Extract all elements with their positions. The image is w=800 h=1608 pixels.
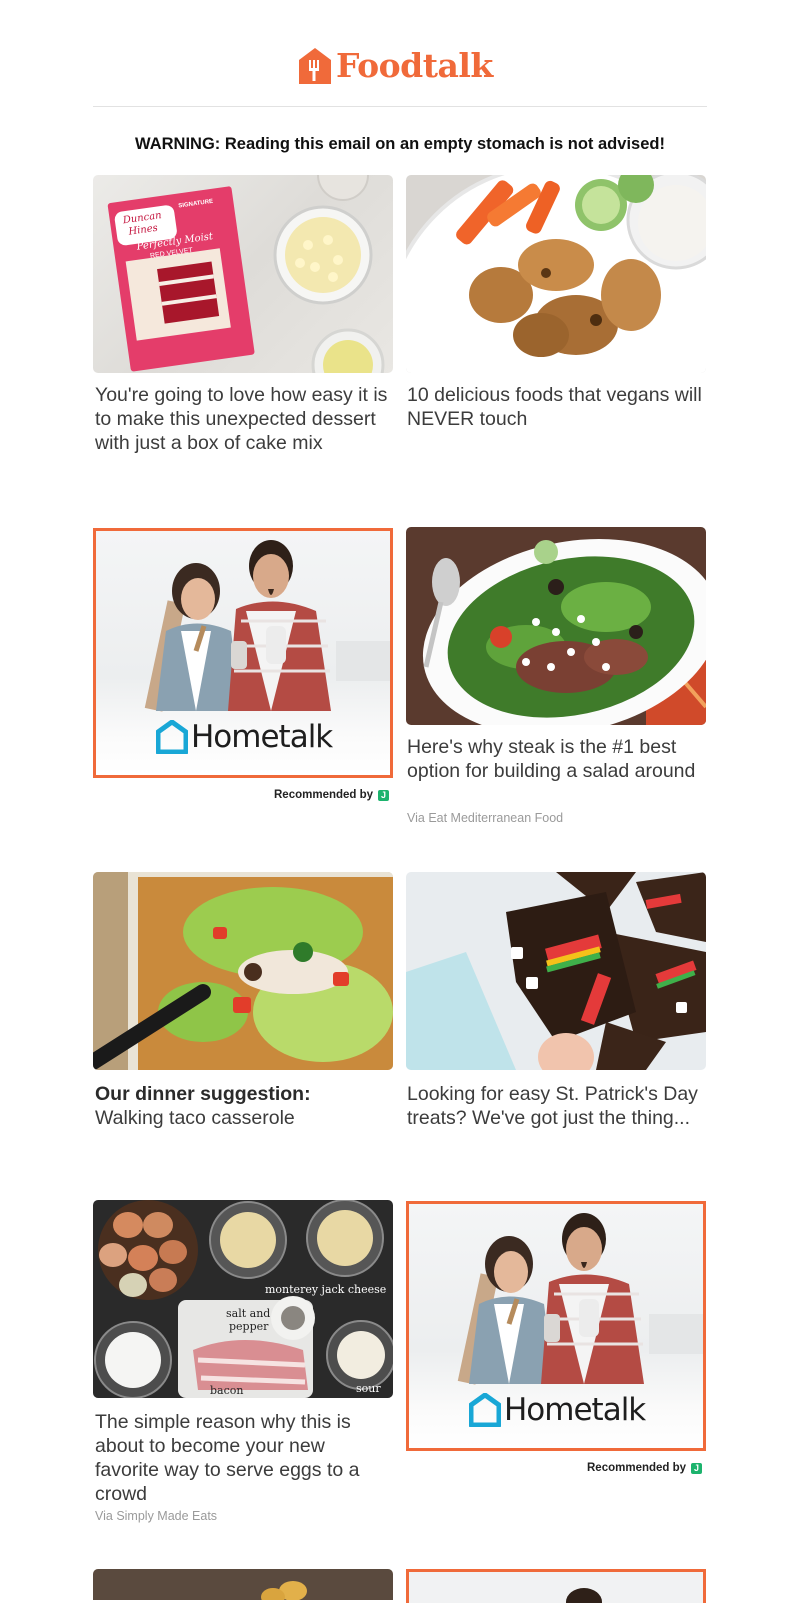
- cake-mix-title[interactable]: You're going to love how easy it is to m…: [95, 383, 391, 455]
- steak-title[interactable]: Here's why steak is the #1 best option f…: [407, 735, 703, 783]
- ad-hometalk-logo-2: Hometalk: [469, 1392, 646, 1428]
- recommended-by-label-2: Recommended by: [587, 1462, 687, 1474]
- label-bacon: bacon: [210, 1384, 243, 1397]
- label-salt: salt and: [226, 1307, 270, 1320]
- hometalk-ad-3[interactable]: [406, 1569, 706, 1608]
- ad-couple-illustration-3: [566, 1588, 602, 1608]
- cake-mix-illustration: Duncan Hines SIGNATURE Perfectly Moist R…: [107, 175, 385, 373]
- vegan-foods-title[interactable]: 10 delicious foods that vegans will NEVE…: [407, 383, 703, 431]
- steak-salad-illustration: [422, 538, 706, 725]
- hometalk-house-icon-2: [469, 1393, 501, 1427]
- header-divider: [93, 106, 707, 107]
- ad-couple-illustration: [144, 540, 390, 712]
- eggs-title[interactable]: The simple reason why this is about to b…: [95, 1410, 391, 1506]
- label-cheese: monterey jack cheese: [265, 1283, 386, 1296]
- ad-brand-text: Hometalk: [191, 719, 333, 755]
- taco-casserole-illustration: [93, 872, 393, 1070]
- steak-source[interactable]: Via Eat Mediterranean Food: [407, 811, 563, 825]
- foodtalk-house-icon: [299, 47, 331, 84]
- chocolate-bark-illustration: [406, 872, 706, 1070]
- next-card-illustration: [93, 1569, 393, 1600]
- hometalk-house-icon: [156, 720, 188, 754]
- ad-hometalk-logo: Hometalk: [156, 719, 333, 755]
- steak-salad-image[interactable]: [406, 527, 706, 725]
- recommended-by-badge-icon-2: J: [691, 1462, 703, 1474]
- label-pepper: pepper: [229, 1320, 269, 1333]
- egg-ingredients-illustration: monterey jack cheese salt and pepper bac…: [94, 1200, 393, 1398]
- taco-title-block[interactable]: Our dinner suggestion: Walking taco cass…: [95, 1082, 391, 1130]
- next-card-image[interactable]: [93, 1569, 393, 1600]
- wings-illustration: [406, 175, 706, 373]
- brand-name: Foodtalk: [336, 46, 493, 85]
- recommended-by-label: Recommended by: [274, 789, 374, 801]
- hometalk-ad[interactable]: Hometalk: [93, 528, 393, 778]
- cake-mix-image[interactable]: Duncan Hines SIGNATURE Perfectly Moist R…: [93, 175, 393, 373]
- ad-couple-illustration-2: [457, 1213, 703, 1385]
- label-sour: sour: [356, 1382, 381, 1395]
- st-patricks-image[interactable]: [406, 872, 706, 1070]
- vegan-foods-image[interactable]: [406, 175, 706, 373]
- eggs-image[interactable]: monterey jack cheese salt and pepper bac…: [93, 1200, 393, 1398]
- taco-title: Walking taco casserole: [95, 1107, 295, 1129]
- taco-title-bold: Our dinner suggestion:: [95, 1083, 311, 1105]
- ad-brand-text-2: Hometalk: [504, 1392, 646, 1428]
- st-patricks-title[interactable]: Looking for easy St. Patrick's Day treat…: [407, 1082, 703, 1130]
- taco-casserole-image[interactable]: [93, 872, 393, 1070]
- hometalk-ad-2[interactable]: Hometalk: [406, 1201, 706, 1451]
- foodtalk-logo[interactable]: Foodtalk: [297, 46, 493, 85]
- recommended-by[interactable]: Recommended by J: [274, 789, 390, 801]
- eggs-source[interactable]: Via Simply Made Eats: [95, 1509, 217, 1523]
- recommended-by-badge-icon: J: [378, 789, 390, 801]
- recommended-by-2[interactable]: Recommended by J: [587, 1462, 703, 1474]
- warning-text: WARNING: Reading this email on an empty …: [135, 135, 665, 153]
